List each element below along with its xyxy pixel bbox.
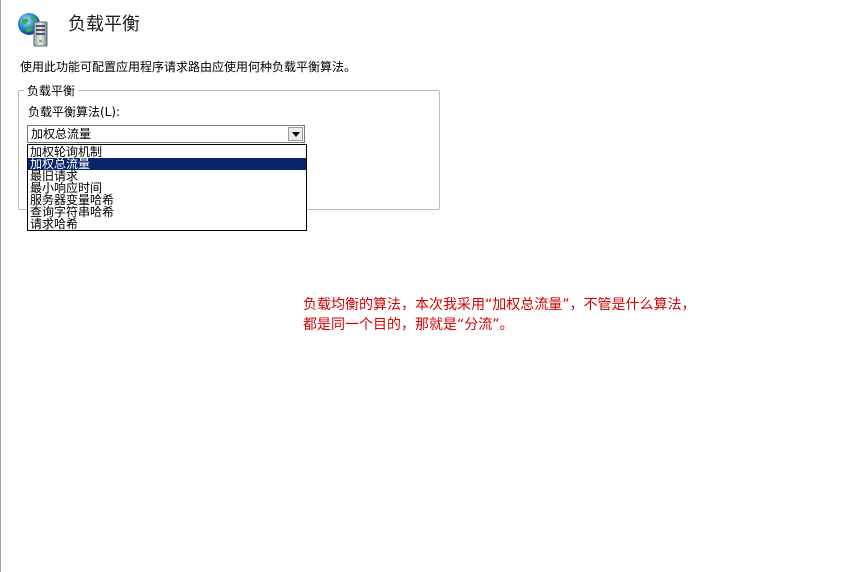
window-left-border [0, 0, 1, 572]
annotation-line-2: 都是同一个目的，那就是“分流”。 [303, 317, 514, 333]
algorithm-select-value: 加权总流量 [31, 127, 92, 141]
chevron-down-icon[interactable] [288, 127, 303, 141]
groupbox-legend: 负载平衡 [24, 82, 79, 99]
algorithm-label: 负载平衡算法(L): [28, 105, 121, 119]
algorithm-dropdown-list[interactable]: 加权轮询机制 加权总流量 最旧请求 最小响应时间 服务器变量哈希 查询字符串哈希… [27, 144, 307, 231]
dropdown-option-request-hash[interactable]: 请求哈希 [28, 218, 306, 230]
algorithm-select[interactable]: 加权总流量 [27, 125, 305, 143]
feature-description: 使用此功能可配置应用程序请求路由应使用何种负载平衡算法。 [20, 60, 357, 74]
globe-server-icon [17, 12, 51, 48]
annotation-line-1: 负载均衡的算法，本次我采用“加权总流量”，不管是什么算法， [303, 297, 696, 313]
red-annotation: 负载均衡的算法，本次我采用“加权总流量”，不管是什么算法， 都是同一个目的，那就… [303, 295, 696, 335]
page-title: 负载平衡 [68, 14, 140, 35]
